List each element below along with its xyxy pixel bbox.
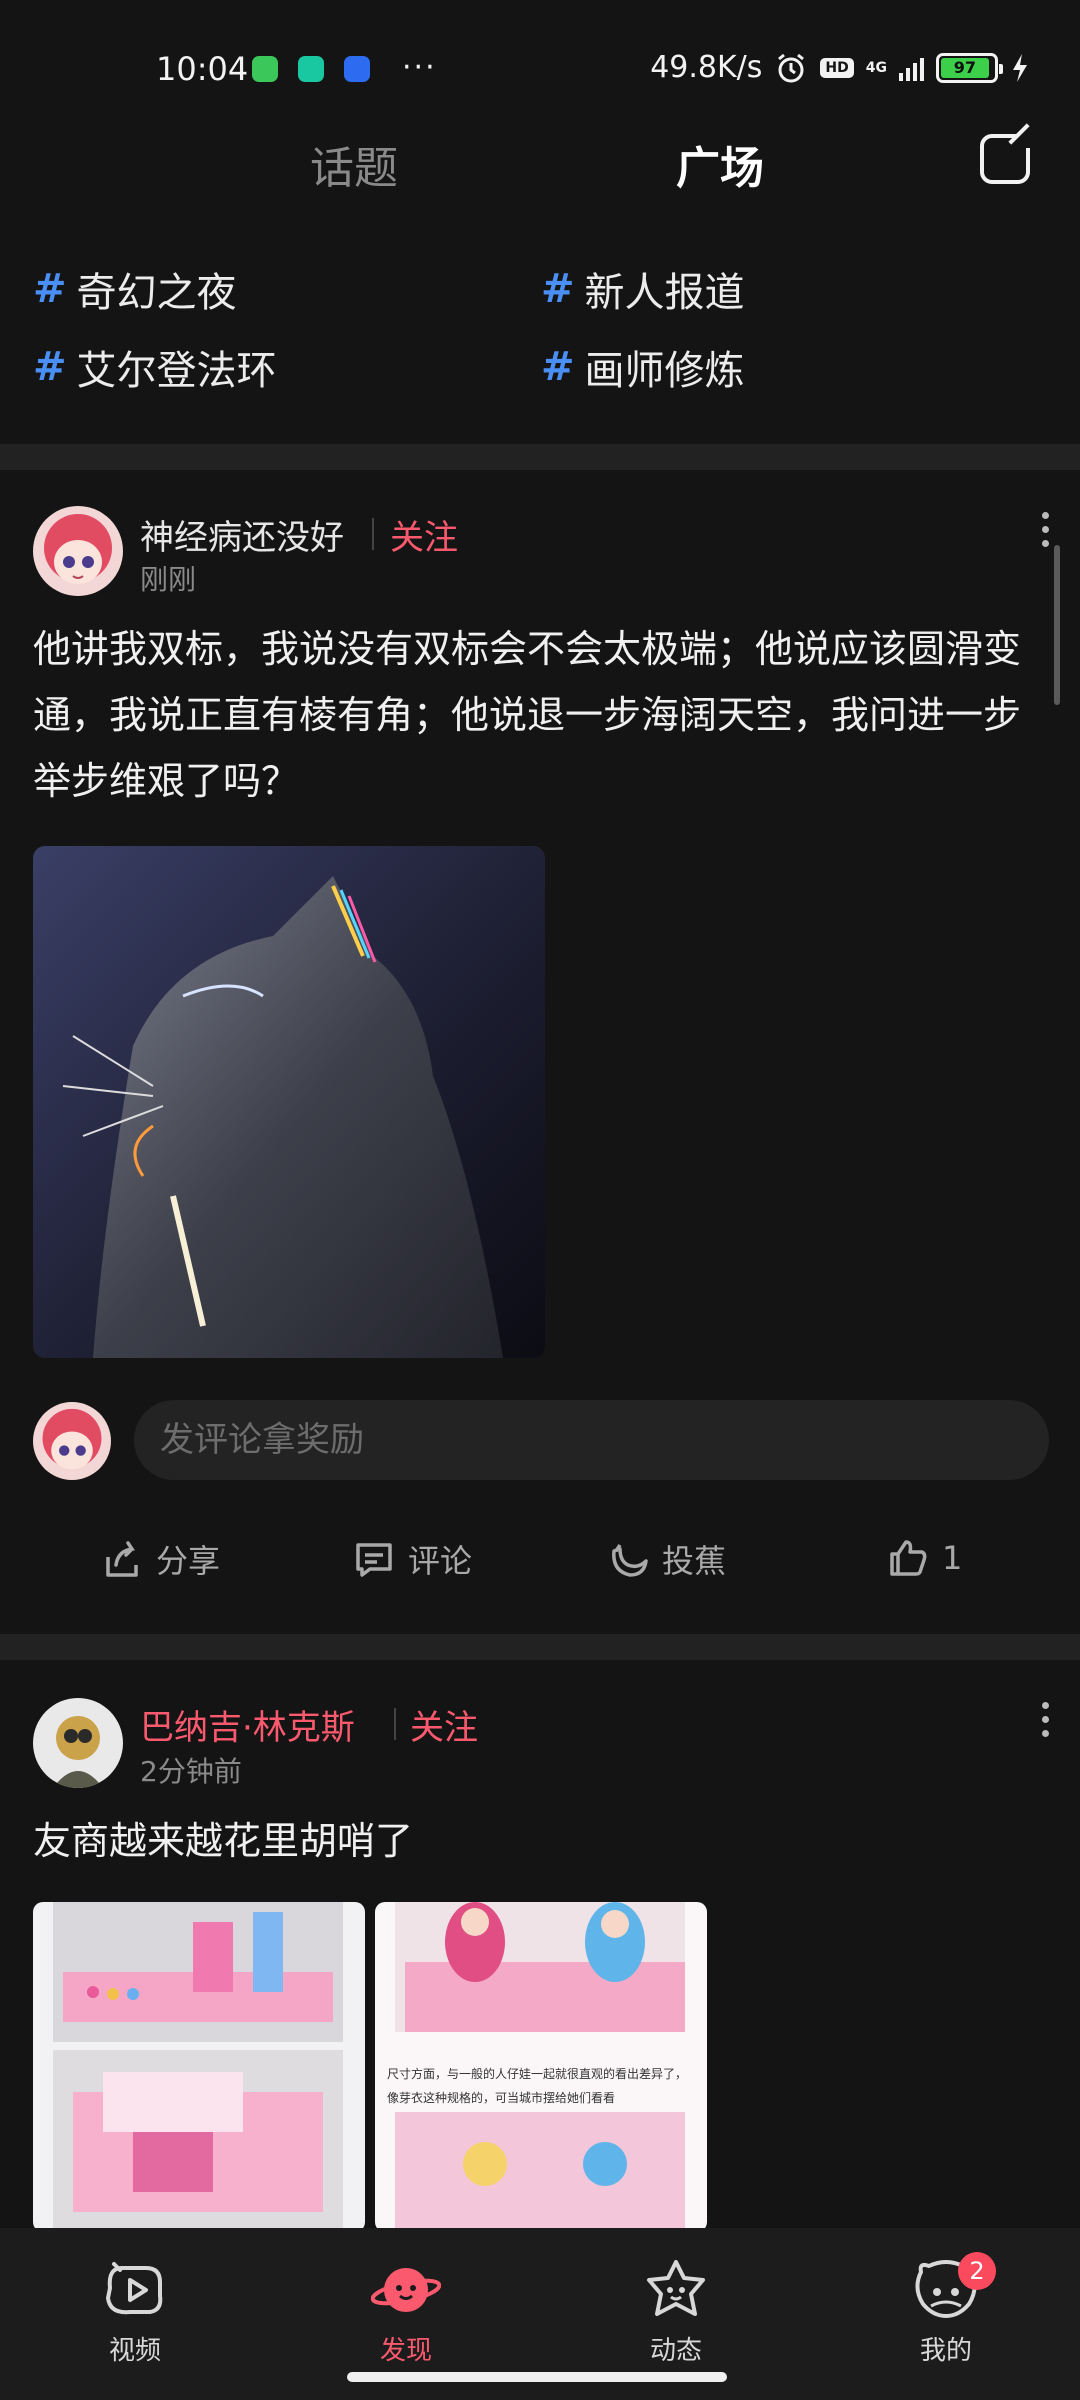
post-actions: 分享 评论 投蕉 1 xyxy=(0,1536,1080,1596)
post-image[interactable] xyxy=(33,1902,365,2228)
bird-app-icon xyxy=(344,56,370,82)
hashtag-icon: # xyxy=(541,344,575,390)
status-bar: 10:04 ··· 49.8K/s HD 4G 97 xyxy=(0,0,1080,140)
share-label: 分享 xyxy=(156,1542,221,1580)
home-indicator[interactable] xyxy=(347,2372,727,2382)
video-icon xyxy=(106,2262,163,2315)
status-app-icons xyxy=(252,56,370,82)
hashtag-icon: # xyxy=(33,266,67,312)
alarm-icon xyxy=(778,53,805,82)
banana-label: 投蕉 xyxy=(662,1542,727,1580)
post-username[interactable]: 神经病还没好 xyxy=(140,510,344,559)
net-speed: 49.8K/s xyxy=(650,50,763,85)
topic-label: 艾尔登法环 xyxy=(76,348,277,394)
shield-app-icon xyxy=(298,56,324,82)
topic-label: 奇幻之夜 xyxy=(76,270,237,316)
hashtag-icon: # xyxy=(541,266,575,312)
nav-feed[interactable]: 动态 xyxy=(606,2258,746,2367)
nav-label: 动态 xyxy=(649,2336,702,2366)
hashtag-icon: # xyxy=(33,344,67,390)
my-avatar xyxy=(33,1402,111,1480)
name-separator xyxy=(372,518,374,550)
post-card: 神经病还没好 关注 刚刚 他讲我双标，我说没有双标会不会太极端；他说应该圆滑变通… xyxy=(0,470,1080,1630)
planet-icon xyxy=(370,2268,442,2312)
status-right: 49.8K/s HD 4G 97 xyxy=(650,50,1030,85)
top-nav: 话题 广场 xyxy=(0,120,1080,210)
app-notification-icon xyxy=(252,56,278,82)
share-icon xyxy=(106,1541,138,1577)
image-caption-text: 尺寸方面，与一般的人仔娃一起就很直观的看出差异了，像芽衣这种规格的，可当城市摆给… xyxy=(387,2067,688,2105)
tab-square[interactable]: 广场 xyxy=(676,132,764,196)
topic-item[interactable]: # 画师修炼 xyxy=(541,338,745,396)
post-username[interactable]: 巴纳吉·林克斯 xyxy=(140,1700,355,1749)
banana-button[interactable]: 投蕉 xyxy=(606,1536,726,1582)
signal-icon xyxy=(899,55,924,81)
nav-discover[interactable]: 发现 xyxy=(336,2258,476,2367)
nav-label: 视频 xyxy=(108,2336,161,2366)
battery-level: 97 xyxy=(941,57,989,78)
topic-label: 新人报道 xyxy=(584,270,745,316)
banana-icon xyxy=(612,1544,648,1577)
share-button[interactable]: 分享 xyxy=(100,1536,220,1582)
status-time: 10:04 xyxy=(156,50,249,88)
follow-button[interactable]: 关注 xyxy=(390,510,458,559)
status-more-dots: ··· xyxy=(402,50,437,85)
nav-me[interactable]: 2 我的 xyxy=(876,2252,1016,2367)
section-divider xyxy=(0,444,1080,470)
tab-topics[interactable]: 话题 xyxy=(310,132,398,196)
like-button[interactable]: 1 xyxy=(886,1536,962,1580)
topic-item[interactable]: # 新人报道 xyxy=(541,260,745,318)
scrollbar[interactable] xyxy=(1054,545,1060,705)
post-text: 他讲我双标，我说没有双标会不会太极端；他说应该圆滑变通，我说正直有棱有角；他说退… xyxy=(33,627,1022,803)
nav-label: 发现 xyxy=(379,2336,432,2366)
avatar[interactable] xyxy=(33,506,123,596)
post-image[interactable] xyxy=(33,846,545,1358)
battery-icon: 97 xyxy=(936,52,1003,83)
post-time: 2分钟前 xyxy=(140,1755,242,1788)
star-face-icon xyxy=(647,2260,705,2316)
avatar[interactable] xyxy=(33,1698,123,1788)
comment-label: 评论 xyxy=(408,1542,473,1580)
topic-label: 画师修炼 xyxy=(584,348,745,394)
comment-row: 发评论拿奖励 xyxy=(0,1400,1080,1484)
comment-button[interactable]: 评论 xyxy=(352,1536,472,1582)
post-text: 友商越来越花里胡哨了 xyxy=(33,1819,414,1863)
post-card: 巴纳吉·林克斯 关注 2分钟前 友商越来越花里胡哨了 尺寸方面，与一般的人仔娃一… xyxy=(0,1660,1080,2228)
nav-label: 我的 xyxy=(919,2336,972,2366)
topic-item[interactable]: # 艾尔登法环 xyxy=(33,338,277,396)
like-count: 1 xyxy=(942,1539,963,1577)
charging-icon xyxy=(1013,53,1027,82)
hd-icon: HD xyxy=(820,57,854,78)
compose-post-button[interactable] xyxy=(980,123,1036,184)
network-type: 4G xyxy=(865,59,887,76)
more-options-icon[interactable] xyxy=(1042,1702,1050,1737)
thumbs-up-icon xyxy=(890,1540,927,1576)
post-time: 刚刚 xyxy=(140,563,197,596)
post-image[interactable]: 尺寸方面，与一般的人仔娃一起就很直观的看出差异了，像芽衣这种规格的，可当城市摆给… xyxy=(375,1902,707,2228)
more-options-icon[interactable] xyxy=(1042,512,1050,547)
notification-badge: 2 xyxy=(958,2252,996,2290)
comment-icon xyxy=(356,1543,392,1577)
name-separator xyxy=(394,1708,396,1740)
comment-input[interactable]: 发评论拿奖励 xyxy=(134,1400,1049,1480)
nav-video[interactable]: 视频 xyxy=(65,2258,205,2367)
section-divider xyxy=(0,1634,1080,1660)
topic-item[interactable]: # 奇幻之夜 xyxy=(33,260,237,318)
follow-button[interactable]: 关注 xyxy=(410,1700,478,1749)
